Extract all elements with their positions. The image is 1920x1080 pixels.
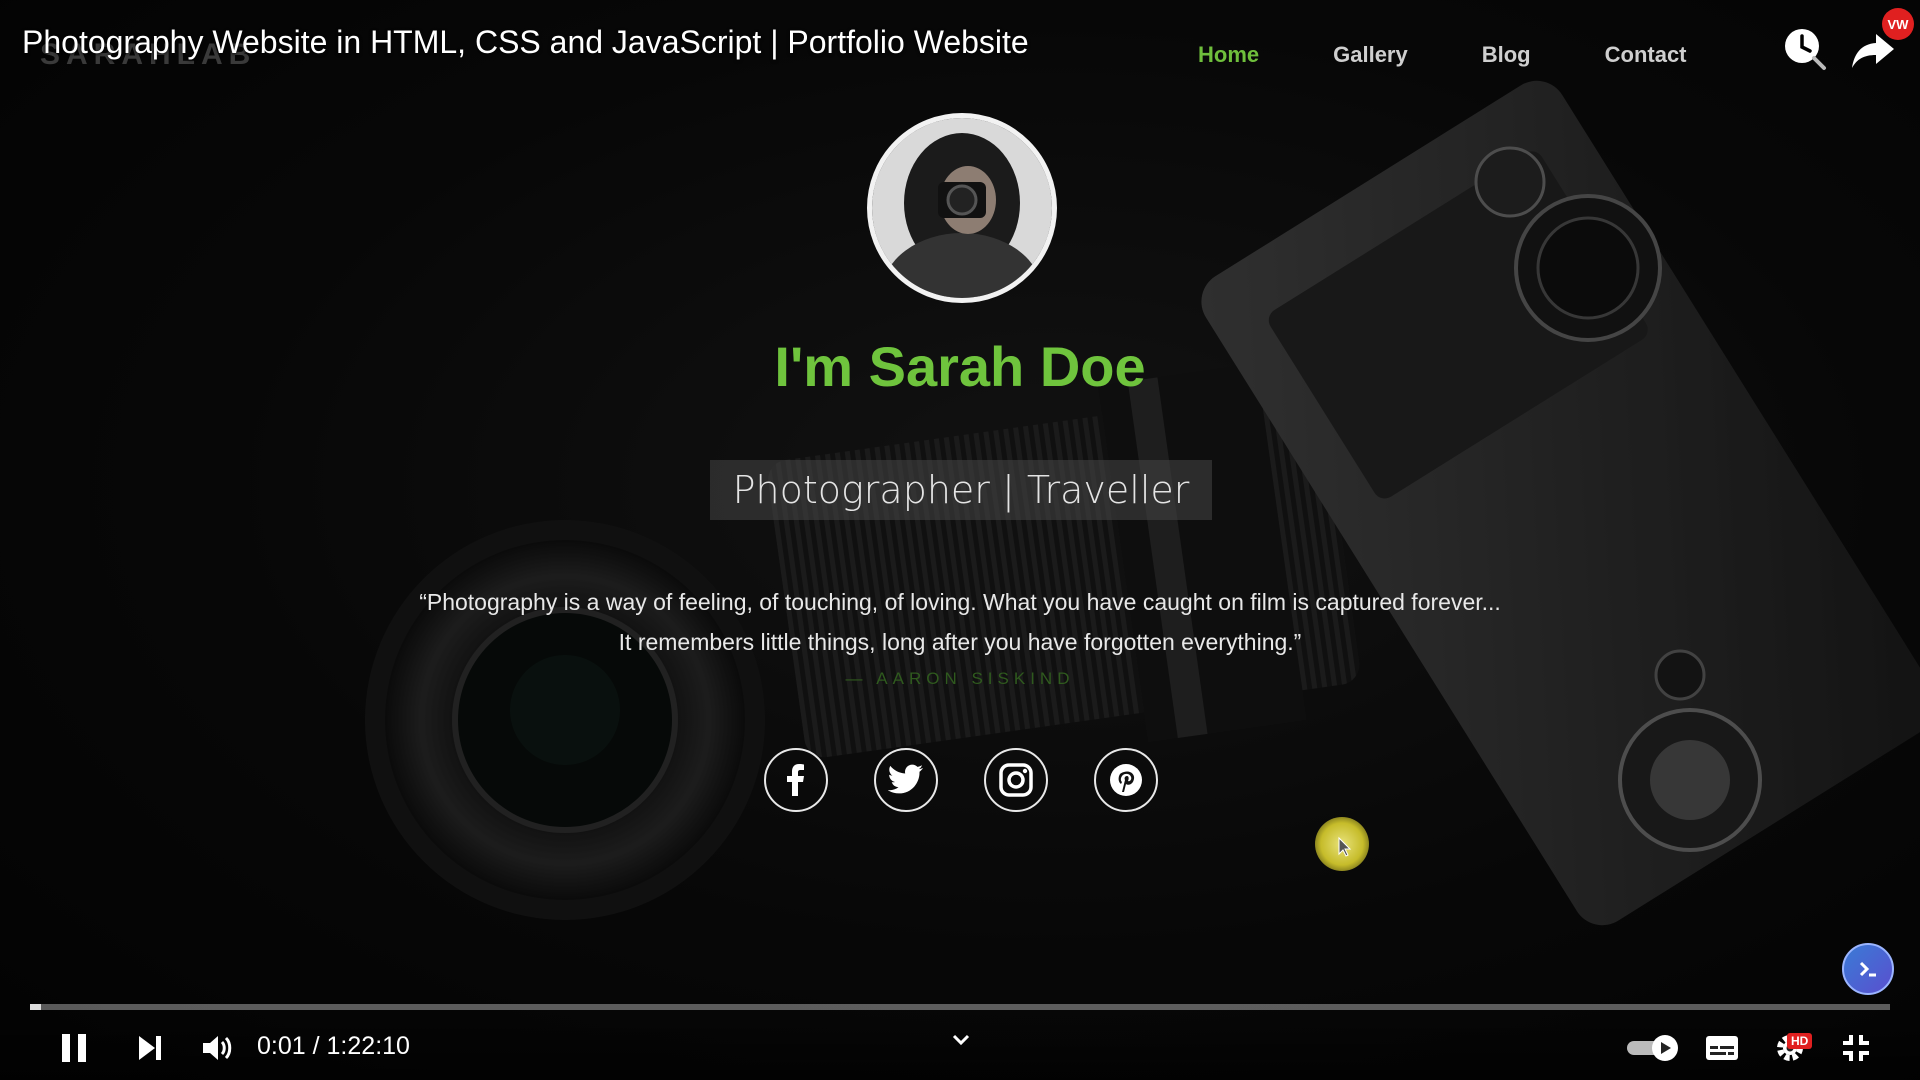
time-display: 0:01 / 1:22:10: [257, 1032, 410, 1061]
hero-name: I'm Sarah Doe: [774, 335, 1146, 398]
video-player[interactable]: SARAHLAB Photography Website in HTML, CS…: [0, 0, 1920, 1080]
cursor-highlight: [1315, 817, 1369, 871]
nav-blog[interactable]: Blog: [1482, 42, 1531, 68]
site-nav: Home Gallery Blog Contact: [1198, 42, 1761, 68]
watch-later-icon[interactable]: [1780, 24, 1830, 74]
time-total: 1:22:10: [326, 1032, 410, 1060]
nav-gallery[interactable]: Gallery: [1333, 42, 1408, 68]
facebook-icon[interactable]: [764, 748, 828, 812]
quote-line-2: It remembers little things, long after y…: [618, 629, 1302, 655]
player-controls: 0:01 / 1:22:10: [0, 1018, 1920, 1080]
next-icon[interactable]: [128, 1024, 172, 1072]
video-title[interactable]: Photography Website in HTML, CSS and Jav…: [22, 24, 1029, 61]
time-current: 0:01: [257, 1032, 306, 1060]
autoplay-toggle-icon[interactable]: [1624, 1024, 1682, 1072]
hero-quote: “Photography is a way of feeling, of tou…: [0, 582, 1920, 662]
pinterest-icon[interactable]: [1094, 748, 1158, 812]
nav-home[interactable]: Home: [1198, 42, 1259, 68]
quote-author: — AARON SISKIND: [845, 669, 1075, 688]
pause-icon[interactable]: [52, 1024, 96, 1072]
volume-icon[interactable]: [196, 1024, 240, 1072]
hd-badge: HD: [1787, 1033, 1813, 1049]
subtitles-icon[interactable]: [1700, 1024, 1744, 1072]
quote-line-1: “Photography is a way of feeling, of tou…: [419, 589, 1501, 615]
twitter-icon[interactable]: [874, 748, 938, 812]
instagram-icon[interactable]: [984, 748, 1048, 812]
nav-contact[interactable]: Contact: [1605, 42, 1687, 68]
role-text: Photographer | Traveller: [732, 468, 1190, 512]
exit-fullscreen-icon[interactable]: [1834, 1024, 1878, 1072]
social-links: [764, 748, 1158, 812]
progress-bar[interactable]: [30, 1004, 1890, 1010]
time-separator: /: [312, 1032, 320, 1060]
chevron-down-icon[interactable]: [941, 1016, 981, 1064]
assistant-icon[interactable]: [1842, 943, 1894, 995]
channel-badge: VW: [1882, 8, 1914, 40]
profile-avatar: [867, 113, 1057, 303]
progress-fill: [30, 1004, 42, 1010]
role-box: Photographer | Traveller: [710, 460, 1212, 520]
